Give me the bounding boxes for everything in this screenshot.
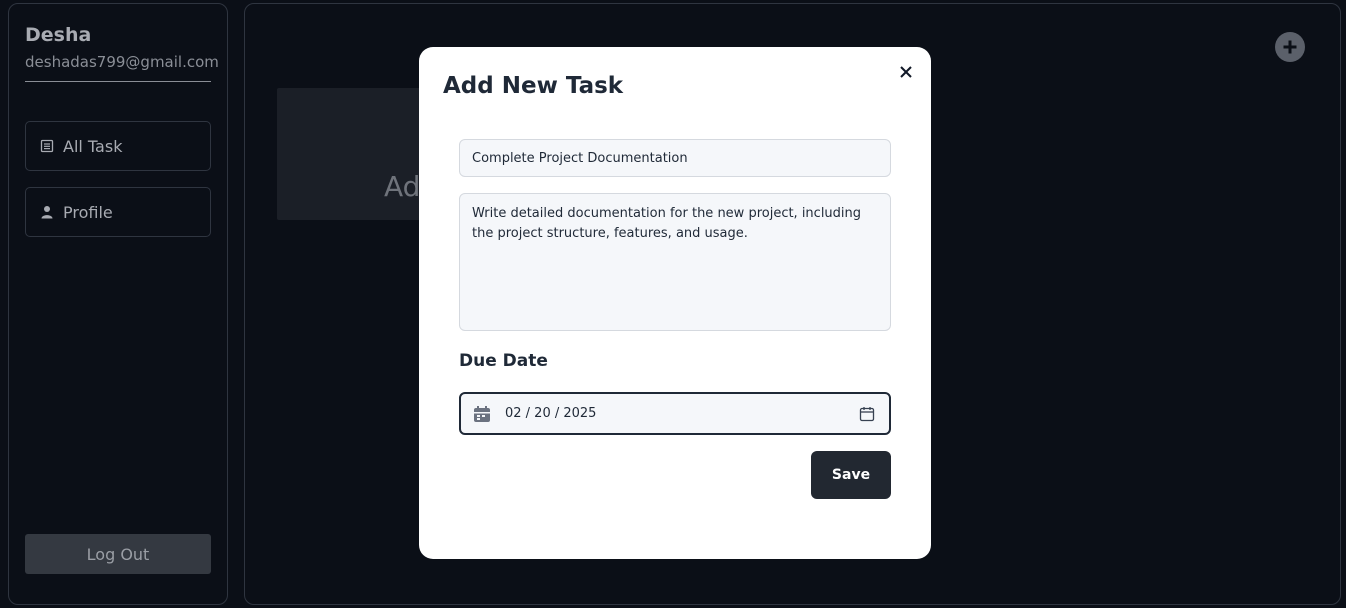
close-button[interactable] — [897, 63, 915, 81]
due-date-input[interactable]: 02 / 20 / 2025 — [459, 392, 891, 435]
due-date-value: 02 / 20 / 2025 — [505, 406, 597, 421]
add-task-modal: Add New Task Write detailed documentatio… — [419, 47, 931, 559]
modal-overlay: Add New Task Write detailed documentatio… — [0, 0, 1346, 608]
due-date-label: Due Date — [459, 351, 548, 371]
close-icon — [900, 66, 912, 78]
task-description-input[interactable]: Write detailed documentation for the new… — [459, 193, 891, 331]
save-button[interactable]: Save — [811, 451, 891, 499]
task-title-input[interactable] — [459, 139, 891, 177]
calendar-icon — [473, 405, 491, 423]
calendar-picker-icon[interactable] — [859, 406, 875, 422]
modal-title: Add New Task — [443, 73, 624, 99]
